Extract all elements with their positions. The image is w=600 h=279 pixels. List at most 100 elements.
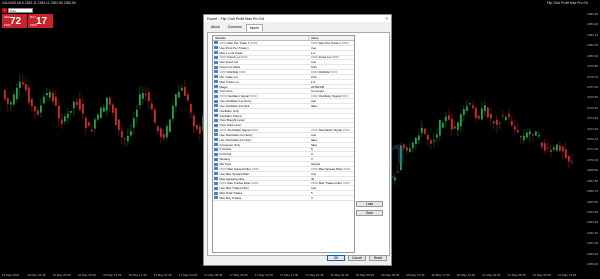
candle-body xyxy=(517,129,519,132)
param-value[interactable]: 5 xyxy=(309,147,313,151)
candle-body xyxy=(40,105,42,113)
candle-body xyxy=(100,107,102,119)
candle-body xyxy=(487,107,489,118)
time-axis: 16 May 2024 16 May 01:45 16 May 05:45 16 Ma… xyxy=(0,270,578,279)
tab-common[interactable]: Common xyxy=(224,23,246,31)
param-value[interactable]: 3 xyxy=(309,152,313,156)
candle-body xyxy=(460,114,462,127)
candle-body xyxy=(187,94,189,101)
param-value[interactable]: 1.0 xyxy=(309,51,315,55)
param-name: Comment xyxy=(219,89,233,94)
time-tick-label: 17 May 09:45 xyxy=(229,273,248,277)
param-name: Crossover Only xyxy=(219,142,241,147)
param-value[interactable]: ==== Stochastic Signal ==== xyxy=(309,128,350,132)
cancel-button[interactable]: Cancel xyxy=(348,255,366,261)
candle-body xyxy=(544,143,546,151)
tab-inputs[interactable]: Inputs xyxy=(245,24,263,31)
price-tick-label: 2368.90 xyxy=(587,168,598,173)
param-name-cell: ==== Fixed Lot ==== xyxy=(213,55,309,59)
price-tick-label: 2378.70 xyxy=(587,74,598,79)
param-value[interactable]: true xyxy=(309,99,316,103)
candle-body xyxy=(37,110,39,115)
candle-body xyxy=(67,113,69,118)
save-button[interactable]: Save xyxy=(356,210,383,216)
param-value[interactable]: 30 xyxy=(309,177,314,181)
param-value[interactable]: 3 xyxy=(309,157,313,161)
candle-body xyxy=(457,122,459,131)
param-name-cell: Use Stochastic For Exit xyxy=(213,138,309,142)
param-name-cell: Use Max Trades Filter xyxy=(213,186,309,190)
param-value[interactable]: 3 xyxy=(309,196,313,200)
candle-body xyxy=(511,121,513,126)
column-value: Value xyxy=(311,36,319,40)
table-row[interactable]: Max Buy Trades 3 xyxy=(213,196,354,201)
param-name: Use Oscillator For Exit xyxy=(219,103,250,108)
param-value[interactable]: ==== Oscillator Signal ==== xyxy=(309,94,348,98)
param-value[interactable]: false xyxy=(309,104,317,108)
candle-body xyxy=(25,84,27,91)
candle-body xyxy=(433,140,435,142)
param-value[interactable]: 0.01 xyxy=(309,65,317,69)
inputs-table[interactable]: Variable Value ==== Max Per Trade 1 ====… xyxy=(212,35,355,253)
param-value[interactable]: 20784195 xyxy=(309,85,324,89)
candle-body xyxy=(526,132,528,138)
buy-button[interactable]: BUY 17 2383 xyxy=(28,14,53,28)
price-tick-label: 2385.30 xyxy=(587,12,598,16)
candle-body xyxy=(508,113,510,118)
param-value[interactable]: 1.0 xyxy=(309,80,315,84)
candle-body xyxy=(538,135,540,137)
param-value[interactable]: ==== RANGE ==== xyxy=(309,70,337,74)
param-name-cell: Use Stochastic For Entry xyxy=(213,133,309,137)
candle-body xyxy=(52,92,54,102)
side-buttons: Load Save xyxy=(356,201,383,219)
param-value[interactable]: 5 xyxy=(309,191,313,195)
param-value[interactable]: 0.01 xyxy=(309,75,317,79)
candle-body xyxy=(70,110,72,113)
dialog-titlebar[interactable]: Expert - Flip Club Profit Max Pro EA × xyxy=(204,15,391,22)
lots-input[interactable]: 0.01 xyxy=(8,8,33,13)
param-value[interactable]: ==== Max Spread Filter ==== xyxy=(309,167,350,171)
reset-button[interactable]: Reset xyxy=(369,255,387,261)
param-name: MA Type xyxy=(219,162,232,167)
param-type-icon xyxy=(214,157,218,161)
candle-body xyxy=(409,148,411,152)
candle-body xyxy=(523,135,525,141)
candle-body xyxy=(490,114,492,119)
param-name-cell: Oscillator Period xyxy=(213,114,309,118)
ok-button[interactable]: OK xyxy=(327,255,345,261)
param-value[interactable]: false xyxy=(309,143,317,147)
param-value[interactable]: Comment xyxy=(309,89,324,93)
param-name: Max Trade Lot xyxy=(219,79,239,84)
candle-body xyxy=(553,147,555,150)
sell-button[interactable]: SELL 72 2382 xyxy=(2,14,27,28)
param-value[interactable]: ==== Max Per Trade 1 ==== xyxy=(309,41,349,45)
param-value[interactable]: true xyxy=(309,46,316,50)
candle-body xyxy=(97,114,99,120)
param-value[interactable]: true xyxy=(309,172,316,176)
param-name-cell: ==== Stochastic Signal ==== xyxy=(213,128,309,132)
param-type-icon xyxy=(214,41,218,45)
param-type-icon xyxy=(214,46,218,50)
tab-about[interactable]: About xyxy=(207,23,224,31)
param-type-icon xyxy=(214,128,218,132)
param-value[interactable]: ==== Max Trades Filter ==== xyxy=(309,181,350,185)
load-button[interactable]: Load xyxy=(356,201,383,207)
param-value[interactable]: true xyxy=(309,60,316,64)
param-value[interactable]: false xyxy=(309,138,317,142)
candle-body xyxy=(85,117,87,128)
param-value[interactable]: Simple xyxy=(309,162,320,166)
close-icon[interactable]: × xyxy=(385,15,388,22)
param-value[interactable]: ==== Fixed Lot ==== xyxy=(309,55,339,59)
param-type-icon xyxy=(214,70,218,74)
time-tick-label: 17 May 17:45 xyxy=(280,273,299,277)
close-panel-icon[interactable]: × xyxy=(2,8,7,13)
param-name: Use Pints Per Trade 1 xyxy=(219,45,249,50)
price-tick-label: 2379.80 xyxy=(587,64,598,69)
param-type-icon xyxy=(214,51,218,55)
candle-body xyxy=(88,122,90,126)
param-value[interactable]: true xyxy=(309,133,316,137)
param-type-icon xyxy=(214,99,218,103)
param-value[interactable]: true xyxy=(309,186,316,190)
candle-body xyxy=(424,128,426,134)
candle-body xyxy=(499,122,501,124)
